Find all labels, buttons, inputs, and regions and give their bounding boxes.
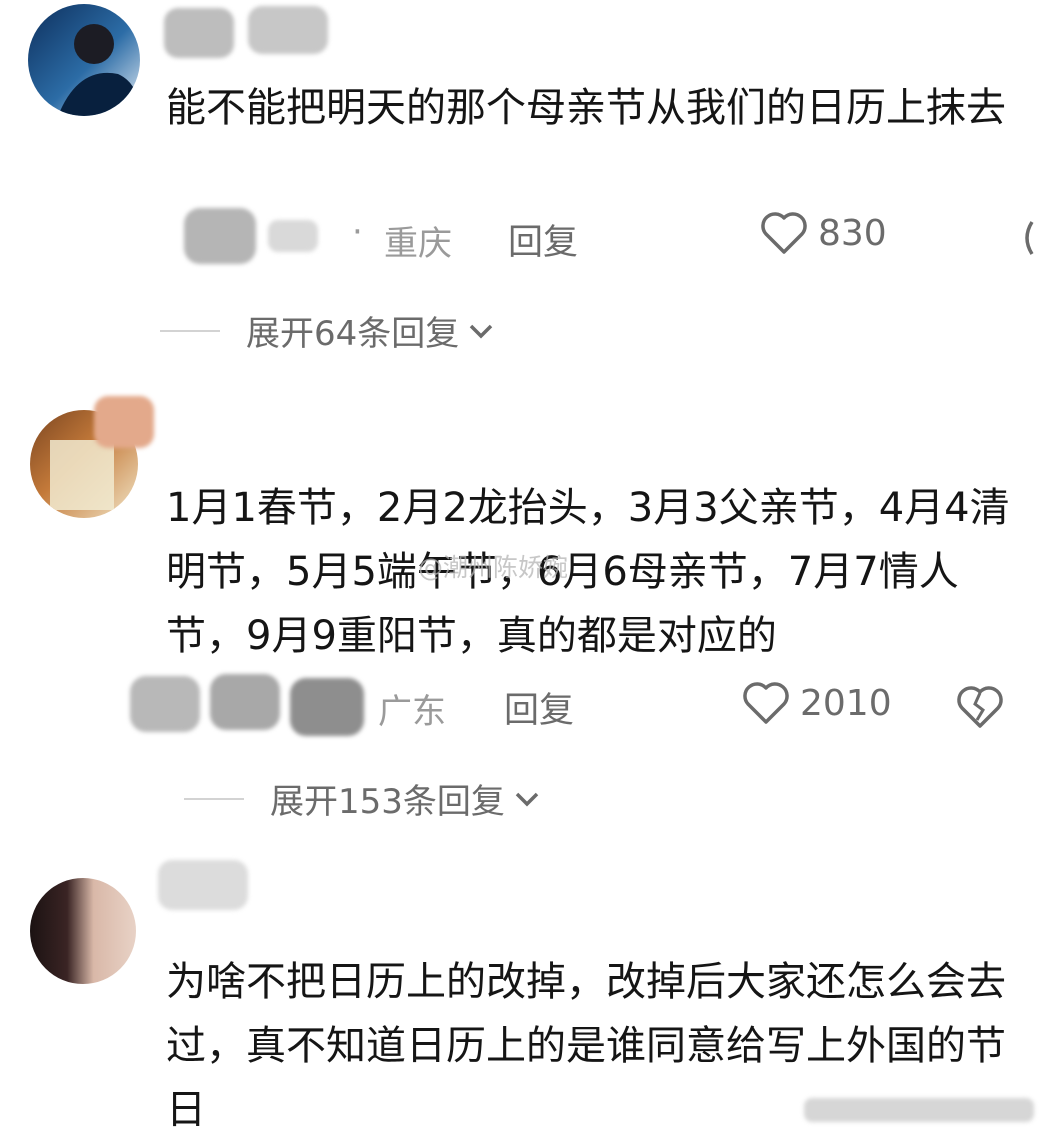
comment-item: 1月1春节，2月2龙抬头，3月3父亲节，4月4清明节，5月5端午节，6月6母亲节… bbox=[0, 380, 1041, 830]
heart-icon bbox=[743, 682, 789, 724]
avatar[interactable] bbox=[30, 878, 136, 984]
chevron-down-icon bbox=[515, 792, 539, 806]
comment-location: 广东 bbox=[378, 692, 446, 732]
expand-replies-label: 展开153条回复 bbox=[270, 782, 505, 822]
location-dot: · bbox=[352, 212, 363, 252]
comment-location: 重庆 bbox=[384, 224, 452, 264]
expand-replies-button[interactable]: 展开64条回复 bbox=[160, 306, 495, 355]
weibo-watermark: @潮州陈娇婉 bbox=[418, 553, 569, 582]
username-redacted bbox=[164, 6, 328, 58]
heart-icon bbox=[761, 212, 807, 254]
username-redacted bbox=[94, 396, 154, 448]
expand-replies-button[interactable]: 展开153条回复 bbox=[184, 774, 541, 823]
dislike-broken-heart-icon[interactable] bbox=[956, 684, 1004, 730]
expand-divider bbox=[160, 329, 220, 332]
reply-button[interactable]: 回复 bbox=[504, 682, 574, 733]
bottom-watermark-redacted bbox=[804, 1098, 1034, 1122]
like-count: 2010 bbox=[800, 682, 892, 724]
dislike-icon-partial bbox=[1025, 221, 1034, 255]
like-button[interactable]: 830 bbox=[760, 210, 887, 256]
expand-divider bbox=[184, 797, 244, 800]
timestamp-redacted bbox=[130, 674, 364, 736]
timestamp-redacted bbox=[184, 208, 318, 264]
comment-text: 能不能把明天的那个母亲节从我们的日历上抹去 bbox=[166, 85, 1006, 131]
comment-item: 能不能把明天的那个母亲节从我们的日历上抹去 · 重庆 回复 830 展开64条回… bbox=[0, 0, 1041, 380]
chevron-down-icon bbox=[470, 324, 493, 338]
like-button[interactable]: 2010 bbox=[742, 680, 892, 726]
reply-button[interactable]: 回复 bbox=[508, 214, 578, 265]
like-count: 830 bbox=[818, 212, 887, 254]
username-redacted bbox=[158, 860, 248, 910]
comment-text: 1月1春节，2月2龙抬头，3月3父亲节，4月4清明节，5月5端午节，6月6母亲节… bbox=[166, 485, 1010, 659]
avatar-portrait bbox=[58, 24, 140, 116]
expand-replies-label: 展开64条回复 bbox=[246, 314, 460, 354]
avatar[interactable] bbox=[28, 4, 140, 116]
